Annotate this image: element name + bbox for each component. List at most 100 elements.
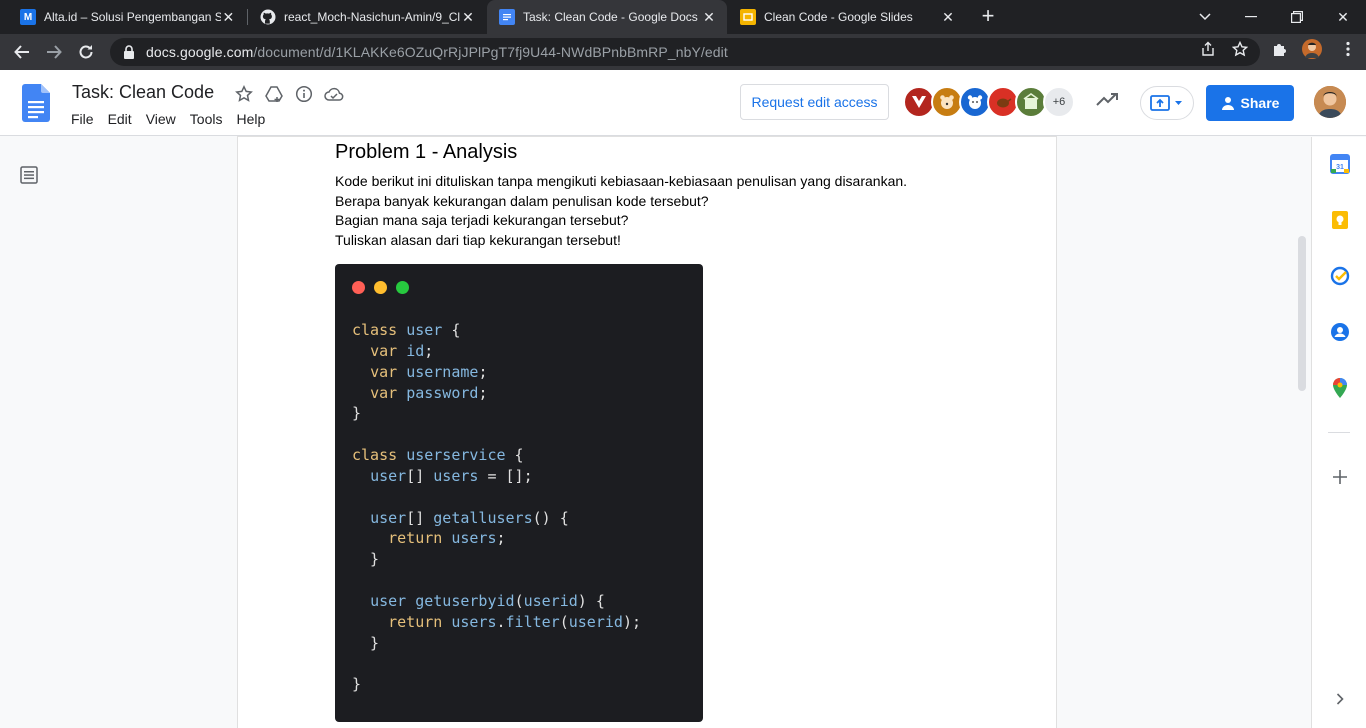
tab-title: react_Moch-Nasichun-Amin/9_Cl [284, 10, 460, 24]
request-edit-access-button[interactable]: Request edit access [740, 84, 889, 120]
back-arrow-icon[interactable] [8, 38, 36, 66]
code-token: var [370, 341, 398, 360]
m-logo-icon: M [20, 9, 36, 25]
keep-icon[interactable] [1329, 209, 1351, 231]
code-token: user [370, 508, 407, 527]
chrome-menu-icon[interactable] [1340, 41, 1356, 57]
new-tab-button[interactable]: + [976, 5, 1000, 29]
close-icon[interactable]: ✕ [460, 9, 476, 26]
present-button[interactable] [1140, 86, 1194, 120]
code-screenshot-image[interactable]: class user { var id; var username; var p… [335, 264, 703, 722]
code-token: getallusers [433, 508, 533, 527]
more-collaborators-badge[interactable]: +6 [1043, 86, 1075, 118]
browser-tab-slides[interactable]: Clean Code - Google Slides ✕ [728, 0, 966, 34]
menu-bar: File Edit View Tools Help [71, 111, 279, 127]
add-addon-icon[interactable] [1329, 466, 1351, 488]
paragraph: Berapa banyak kekurangan dalam penulisan… [335, 192, 709, 209]
window-dot-red [352, 281, 365, 294]
code-token: userservice [406, 446, 506, 465]
tab-title: Task: Clean Code - Google Docs [523, 10, 698, 24]
close-icon[interactable]: ✕ [940, 9, 956, 26]
docs-icon [499, 9, 515, 25]
menu-file[interactable]: File [71, 111, 94, 127]
share-page-icon[interactable] [1200, 41, 1216, 57]
side-panel: 31 [1311, 137, 1366, 728]
document-page[interactable]: Problem 1 - Analysis Kode berikut ini di… [238, 137, 1056, 728]
address-bar[interactable]: docs.google.com/document/d/1KLAKKe6OZuQr… [110, 38, 1260, 66]
tab-title: Alta.id – Solusi Pengembangan Sk [44, 10, 221, 24]
url-host: docs.google.com [146, 44, 254, 60]
menu-view[interactable]: View [146, 111, 176, 127]
code-token: userid [568, 612, 623, 631]
browser-tab-strip: M Alta.id – Solusi Pengembangan Sk ✕ rea… [0, 0, 1366, 34]
reload-icon[interactable] [72, 38, 100, 66]
forward-arrow-icon[interactable] [40, 38, 68, 66]
tasks-icon[interactable] [1329, 265, 1351, 287]
browser-tab-docs[interactable]: Task: Clean Code - Google Docs ✕ [487, 0, 727, 34]
paragraph: Bagian mana saja terjadi kekurangan ters… [335, 212, 629, 228]
bookmark-star-icon[interactable] [1232, 41, 1248, 57]
close-icon[interactable]: ✕ [221, 9, 236, 26]
contacts-icon[interactable] [1329, 321, 1351, 343]
code-token: class [352, 321, 398, 339]
tab-search-icon[interactable] [1182, 0, 1228, 34]
paragraph: Tuliskan alasan dari tiap kekurangan ter… [335, 231, 621, 248]
browser-tab-alta[interactable]: M Alta.id – Solusi Pengembangan Sk ✕ [8, 0, 246, 34]
close-icon[interactable]: ✕ [701, 9, 717, 26]
docs-header: Task: Clean Code File Edit View Tools He… [0, 70, 1366, 136]
cloud-status-icon[interactable] [324, 84, 344, 104]
browser-tab-github[interactable]: react_Moch-Nasichun-Amin/9_Cl ✕ [248, 0, 486, 34]
star-icon[interactable] [234, 84, 254, 104]
svg-text:31: 31 [1336, 164, 1344, 171]
lock-icon [124, 45, 134, 59]
present-icon [1150, 95, 1182, 111]
paragraph: Kode berikut ini dituliskan tanpa mengik… [335, 173, 908, 189]
url-text: docs.google.com/document/d/1KLAKKe6OZuQr… [146, 44, 728, 60]
move-to-drive-icon[interactable] [264, 84, 284, 104]
code-token: class [352, 446, 398, 465]
code-token: user [406, 321, 443, 339]
url-path: /document/d/1KLAKKe6OZuQrRjJPlPgT7fj9U44… [253, 44, 728, 60]
scrollbar-track[interactable] [1296, 137, 1310, 728]
profile-avatar[interactable] [1302, 39, 1322, 59]
code-token: user [370, 466, 407, 485]
code-token: users [451, 612, 497, 631]
document-title[interactable]: Task: Clean Code [72, 82, 214, 103]
code-token: getuserbyid [415, 591, 515, 610]
document-outline-icon[interactable] [20, 166, 38, 184]
code-block: class user { var id; var username; var p… [352, 321, 641, 694]
activity-dashboard-icon[interactable] [1096, 92, 1118, 112]
code-token: username [406, 362, 479, 381]
code-token: id [406, 341, 425, 360]
share-label: Share [1240, 95, 1280, 111]
code-token: users [451, 529, 497, 548]
code-token: password [406, 383, 479, 402]
scrollbar-thumb[interactable] [1298, 236, 1306, 391]
restore-icon[interactable] [1274, 0, 1320, 34]
menu-tools[interactable]: Tools [190, 111, 223, 127]
code-token: users [433, 466, 479, 485]
code-token: return [388, 529, 443, 548]
menu-help[interactable]: Help [236, 111, 265, 127]
extensions-puzzle-icon[interactable] [1272, 41, 1288, 57]
user-account-avatar[interactable] [1314, 86, 1346, 118]
person-icon [1221, 97, 1234, 110]
window-dot-green [396, 281, 409, 294]
minimize-icon[interactable] [1228, 0, 1274, 34]
code-token: var [370, 362, 398, 381]
side-panel-divider [1328, 432, 1350, 433]
calendar-icon[interactable]: 31 [1329, 153, 1351, 175]
share-button[interactable]: Share [1206, 85, 1294, 121]
code-token: user [370, 591, 407, 610]
code-token: filter [505, 612, 560, 631]
window-dot-yellow [374, 281, 387, 294]
window-close-icon[interactable]: ✕ [1320, 0, 1366, 34]
maps-icon[interactable] [1329, 377, 1351, 399]
github-icon [260, 9, 276, 25]
section-heading: Problem 1 - Analysis [335, 141, 518, 163]
google-docs-logo-icon[interactable] [22, 84, 50, 127]
chevron-right-icon[interactable] [1329, 688, 1351, 710]
code-token: return [388, 612, 443, 631]
menu-edit[interactable]: Edit [108, 111, 132, 127]
info-icon[interactable] [294, 84, 314, 104]
